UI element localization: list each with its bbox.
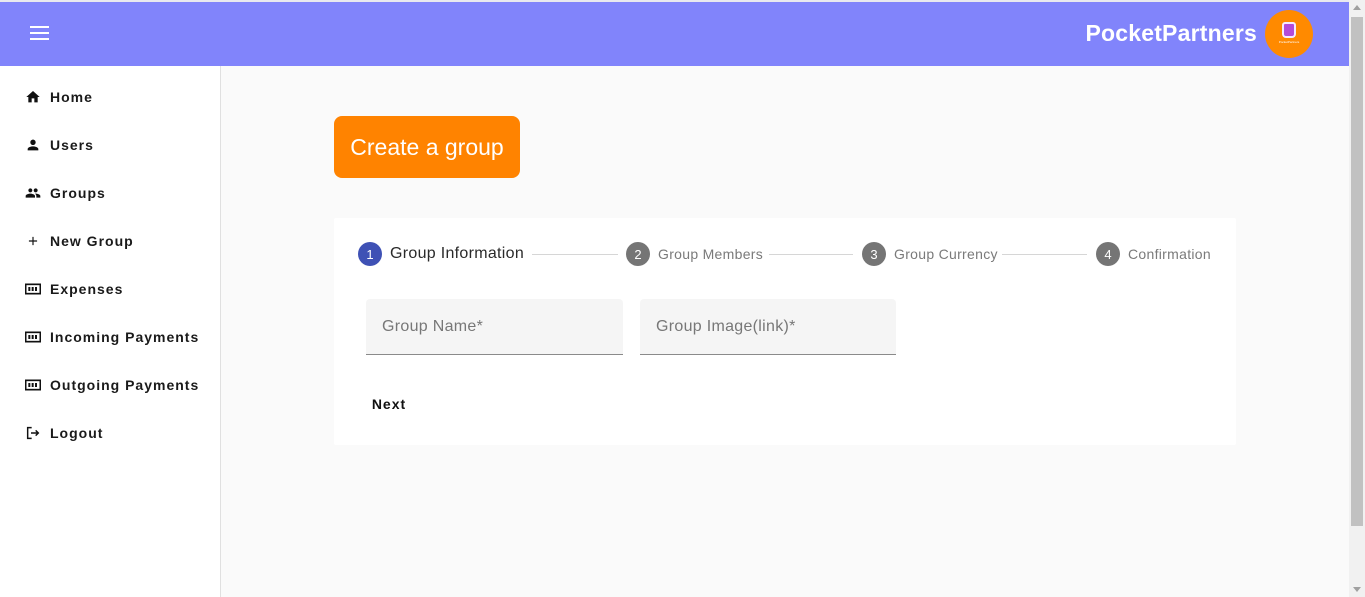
stepper-card: 1 Group Information 2 Group Members 3 Gr… bbox=[334, 218, 1236, 445]
sidebar-item-label: Groups bbox=[50, 185, 106, 201]
people-icon bbox=[24, 184, 42, 202]
step-confirmation[interactable]: 4 Confirmation bbox=[1096, 242, 1211, 266]
step-group-information[interactable]: 1 Group Information bbox=[358, 242, 524, 266]
sidebar-item-label: Logout bbox=[50, 425, 104, 441]
home-icon bbox=[24, 88, 42, 106]
step-number: 4 bbox=[1096, 242, 1120, 266]
sidebar-item-label: Expenses bbox=[50, 281, 124, 297]
person-icon bbox=[24, 136, 42, 154]
payments-icon bbox=[24, 280, 42, 298]
step-number: 1 bbox=[358, 242, 382, 266]
step-group-currency[interactable]: 3 Group Currency bbox=[862, 242, 998, 266]
create-group-button[interactable]: Create a group bbox=[334, 116, 520, 178]
vertical-scrollbar[interactable] bbox=[1349, 0, 1365, 597]
step-label: Group Information bbox=[390, 245, 525, 262]
sidebar-item-users[interactable]: Users bbox=[0, 121, 220, 169]
logout-icon bbox=[24, 424, 42, 442]
top-app-bar: PocketPartners PocketPartners bbox=[0, 0, 1349, 66]
sidebar-item-outgoing-payments[interactable]: Outgoing Payments bbox=[0, 361, 220, 409]
scroll-up-icon[interactable] bbox=[1353, 5, 1361, 10]
sidebar-item-label: Users bbox=[50, 137, 94, 153]
group-image-field bbox=[640, 299, 896, 355]
next-button[interactable]: Next bbox=[362, 386, 416, 422]
scroll-down-icon[interactable] bbox=[1353, 587, 1361, 592]
step-label: Group Members bbox=[658, 246, 764, 262]
sidebar-item-label: Home bbox=[50, 89, 93, 105]
step-label: Confirmation bbox=[1128, 246, 1211, 262]
sidebar-item-expenses[interactable]: Expenses bbox=[0, 265, 220, 313]
sidebar-item-groups[interactable]: Groups bbox=[0, 169, 220, 217]
sidebar-item-label: Incoming Payments bbox=[50, 329, 200, 345]
group-name-input[interactable] bbox=[382, 318, 607, 336]
payments-icon bbox=[24, 376, 42, 394]
brand-logo: PocketPartners bbox=[1265, 10, 1313, 58]
step-connector bbox=[1002, 254, 1087, 255]
menu-icon[interactable] bbox=[24, 22, 56, 46]
step-number: 3 bbox=[862, 242, 886, 266]
payments-icon bbox=[24, 328, 42, 346]
group-image-input[interactable] bbox=[656, 318, 880, 336]
sidebar-item-logout[interactable]: Logout bbox=[0, 409, 220, 457]
group-name-field bbox=[366, 299, 623, 355]
step-number: 2 bbox=[626, 242, 650, 266]
sidebar-item-incoming-payments[interactable]: Incoming Payments bbox=[0, 313, 220, 361]
step-connector bbox=[769, 254, 853, 255]
sidebar-item-home[interactable]: Home bbox=[0, 73, 220, 121]
step-group-members[interactable]: 2 Group Members bbox=[626, 242, 763, 266]
sidebar-item-label: New Group bbox=[50, 233, 134, 249]
sidebar-item-label: Outgoing Payments bbox=[50, 377, 200, 393]
scrollbar-thumb[interactable] bbox=[1351, 17, 1363, 526]
sidebar-item-new-group[interactable]: New Group bbox=[0, 217, 220, 265]
step-label: Group Currency bbox=[894, 246, 998, 262]
step-connector bbox=[532, 254, 618, 255]
sidebar: Home Users Groups New Group Expenses Inc… bbox=[0, 66, 221, 597]
plus-icon bbox=[24, 232, 42, 250]
brand-title: PocketPartners bbox=[1085, 20, 1257, 46]
